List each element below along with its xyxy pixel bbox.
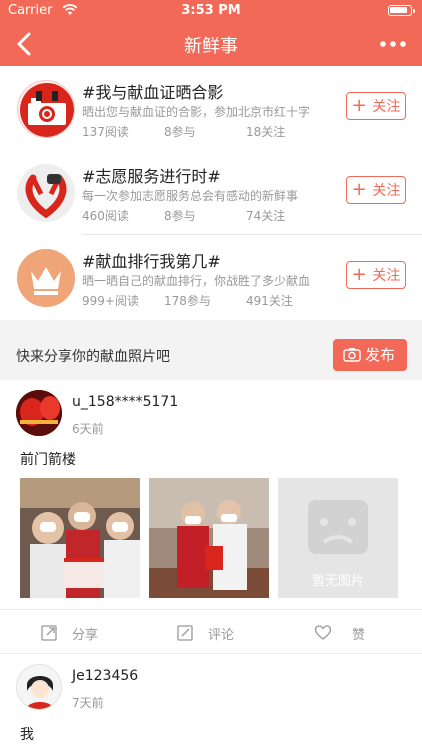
follow-count: 18关注 [246,125,286,139]
follow-button[interactable]: + 关注 [346,92,406,120]
edit-icon [177,625,193,641]
join-count: 178参与 [164,294,211,308]
publish-label: 发布 [365,346,396,364]
post-photo[interactable] [149,478,269,598]
post-time: 7天前 [72,696,104,710]
username[interactable]: Je123456 [72,668,138,684]
clock: 3:53 PM [181,3,241,18]
share-button[interactable]: 分享 [38,610,118,654]
like-button[interactable]: 赞 [312,610,392,654]
username[interactable]: u_158****5171 [72,394,178,410]
page-title: 新鲜事 [184,36,238,57]
topic-description: 晒出您与献血证的合影，参加北京市红十字 [82,105,311,119]
topic-stats: 137阅读 8参与 18关注 [82,123,285,140]
nav-bar: 新鲜事 [0,22,422,66]
follow-button[interactable]: + 关注 [346,261,406,289]
topic-item[interactable]: #我与献血证晒合影 晒出您与献血证的合影，参加北京市红十字 137阅读 8参与 18… [0,66,422,151]
plus-icon: + [351,95,373,116]
plus-icon: + [351,264,373,285]
comment-label: 评论 [208,628,235,643]
topic-stats: 460阅读 8参与 74关注 [82,207,285,224]
camera-icon [343,348,361,362]
heart-icon [314,625,332,640]
read-count: 137阅读 [82,125,129,139]
follow-button[interactable]: + 关注 [346,176,406,204]
join-count: 8参与 [164,209,196,223]
topic-stats: 999+阅读 178参与 491关注 [82,292,293,309]
follow-label: 关注 [372,99,401,115]
topic-title: #志愿服务进行时# [82,167,221,186]
plus-icon: + [351,179,373,200]
follow-count: 491关注 [246,294,293,308]
more-icon[interactable] [378,32,408,56]
topic-title: #献血排行我第几# [82,252,221,271]
share-label: 分享 [72,628,99,643]
crown-icon [17,249,75,307]
follow-count: 74关注 [246,209,286,223]
status-bar: Carrier 3:53 PM [0,0,422,22]
topic-description: 每一次参加志愿服务总会有感动的新鲜事 [82,189,299,203]
like-label: 赞 [352,628,366,643]
topic-description: 晒一晒自己的献血排行，你战胜了多少献血 [82,274,311,288]
join-count: 8参与 [164,125,196,139]
read-count: 999+阅读 [82,294,139,308]
avatar[interactable] [16,664,62,710]
placeholder-image: 暂无图片 [278,478,398,598]
heart-hands-icon [17,164,75,222]
publish-button[interactable]: 发布 [333,339,407,371]
comment-button[interactable]: 评论 [174,610,254,654]
avatar[interactable] [16,390,62,436]
camera-icon [17,80,75,138]
follow-label: 关注 [372,183,401,199]
post-time: 6天前 [72,422,104,436]
post-actions: 分享 评论 赞 [0,609,422,654]
post-content: 前门箭楼 [20,452,76,468]
battery-icon [388,5,415,16]
no-image-label: 暂无图片 [311,574,364,589]
topic-item[interactable]: #志愿服务进行时# 每一次参加志愿服务总会有感动的新鲜事 460阅读 8参与 74关… [0,150,422,235]
follow-label: 关注 [372,268,401,284]
share-icon [41,625,57,641]
read-count: 460阅读 [82,209,129,223]
topic-item[interactable]: #献血排行我第几# 晒一晒自己的献血排行，你战胜了多少献血 999+阅读 178参… [0,235,422,320]
post-item: Je123456 7天前 我 [0,654,422,750]
share-prompt: 快来分享你的献血照片吧 [16,349,170,365]
post-photo[interactable] [20,478,140,598]
post-content: 我 [20,727,34,743]
topic-title: #我与献血证晒合影 [82,83,224,102]
